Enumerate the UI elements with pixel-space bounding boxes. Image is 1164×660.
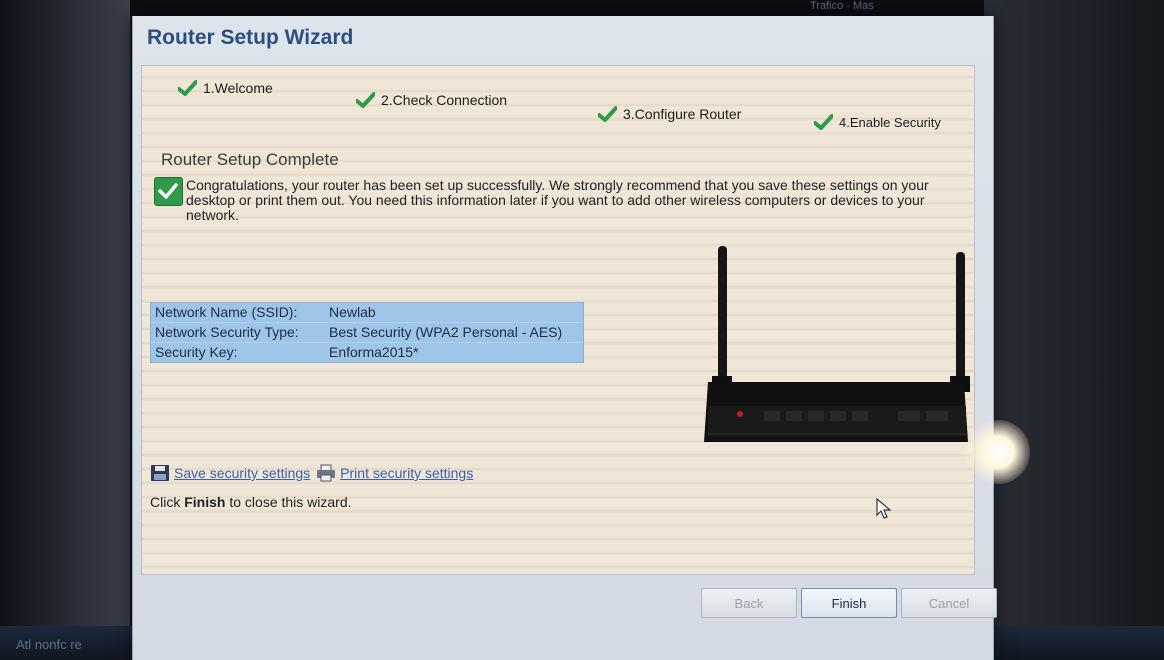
router-image <box>704 246 970 442</box>
security-type-label: Network Security Type: <box>155 324 299 340</box>
print-security-settings-link[interactable]: Print security settings <box>340 465 473 481</box>
ssid-label: Network Name (SSID): <box>155 304 298 320</box>
cancel-button[interactable]: Cancel <box>901 588 997 618</box>
congratulations-message: Congratulations, your router has been se… <box>186 177 929 223</box>
step-label: 3.Configure Router <box>623 106 742 122</box>
background-left <box>0 0 130 660</box>
finish-instruction-suffix: to close this wizard. <box>225 494 352 510</box>
check-icon <box>598 106 617 122</box>
settings-row-security-key: Security Key: Enforma2015* <box>151 343 583 362</box>
page-title: Router Setup Complete <box>161 150 339 169</box>
finish-instruction: Click Finish to close this wizard. <box>150 494 352 510</box>
background-right <box>984 0 1164 660</box>
settings-row-security-type: Network Security Type: Best Security (WP… <box>151 323 583 343</box>
success-check-icon <box>154 177 183 206</box>
check-icon <box>178 80 197 96</box>
screen-glare <box>966 420 1030 484</box>
mouse-cursor-icon <box>876 498 892 519</box>
security-type-value: Best Security (WPA2 Personal - AES) <box>329 324 563 340</box>
finish-instruction-bold: Finish <box>184 494 226 510</box>
step-check-connection: 2.Check Connection <box>356 92 507 108</box>
security-key-value: Enforma2015* <box>329 344 419 360</box>
step-welcome: 1.Welcome <box>178 80 273 96</box>
window-title: Router Setup Wizard <box>147 26 354 49</box>
taskbar-text: Atl nonfc re <box>16 637 82 652</box>
settings-actions: Save security settings Print security se… <box>150 464 479 482</box>
step-label: 4.Enable Security <box>839 114 941 130</box>
check-icon <box>356 92 375 108</box>
background-browser-tabs: Trafico · Mas <box>810 0 874 12</box>
ssid-value: Newlab <box>329 304 376 320</box>
security-key-label: Security Key: <box>155 344 238 360</box>
back-button[interactable]: Back <box>701 588 797 618</box>
step-configure-router: 3.Configure Router <box>598 106 741 122</box>
save-security-settings-link[interactable]: Save security settings <box>174 465 310 481</box>
router-setup-wizard-window: Router Setup Wizard 1.Welcome 2.Check Co… <box>132 16 997 660</box>
finish-instruction-prefix: Click <box>150 494 185 510</box>
step-enable-security: 4.Enable Security <box>814 114 941 130</box>
check-icon <box>814 114 833 130</box>
wizard-content-panel: 1.Welcome 2.Check Connection 3.Configure… <box>141 65 975 575</box>
settings-row-ssid: Network Name (SSID): Newlab <box>151 303 583 323</box>
step-label: 2.Check Connection <box>381 92 508 108</box>
step-label: 1.Welcome <box>203 80 273 96</box>
floppy-disk-icon[interactable] <box>150 464 170 482</box>
finish-button[interactable]: Finish <box>801 588 897 618</box>
printer-icon[interactable] <box>316 464 336 482</box>
security-settings-table: Network Name (SSID): Newlab Network Secu… <box>150 302 584 363</box>
